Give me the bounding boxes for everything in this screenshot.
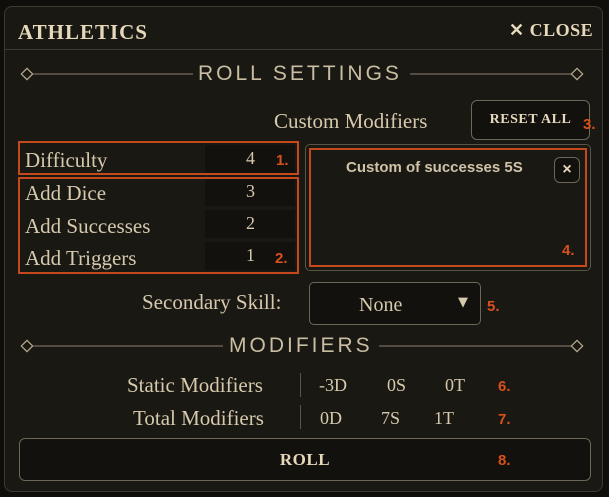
total-successes-value: 7S bbox=[381, 408, 401, 428]
annotation-1: 1. bbox=[276, 152, 289, 169]
custom-modifier-item-label: Custom of successes 5S bbox=[346, 159, 523, 176]
close-button[interactable]: ✕ CLOSE bbox=[509, 20, 593, 41]
secondary-skill-selected: None bbox=[359, 294, 403, 316]
annotation-7: 7. bbox=[498, 411, 511, 428]
difficulty-label: Difficulty bbox=[25, 148, 108, 172]
add-triggers-input[interactable]: 1 bbox=[246, 245, 255, 266]
static-successes-value: 0S bbox=[387, 375, 407, 395]
static-dice-value: -3D bbox=[319, 375, 347, 395]
diamond-icon bbox=[20, 339, 34, 353]
annotation-2: 2. bbox=[275, 250, 288, 267]
difficulty-input[interactable]: 4 bbox=[246, 148, 255, 169]
add-successes-label: Add Successes bbox=[25, 214, 151, 238]
add-successes-input[interactable]: 2 bbox=[246, 213, 255, 234]
reset-all-button[interactable]: RESET ALL bbox=[471, 100, 590, 140]
total-separator bbox=[300, 405, 301, 429]
close-label: CLOSE bbox=[529, 20, 594, 40]
dialog-title: ATHLETICS bbox=[18, 20, 148, 44]
annotation-3: 3. bbox=[583, 116, 596, 133]
secondary-skill-label: Secondary Skill: bbox=[142, 290, 282, 314]
annotation-4: 4. bbox=[562, 242, 575, 259]
annotation-6: 6. bbox=[498, 378, 511, 395]
add-triggers-label: Add Triggers bbox=[25, 246, 137, 270]
caret-down-icon: ▼ bbox=[458, 295, 468, 310]
secondary-skill-select[interactable]: None ▼ bbox=[309, 282, 481, 325]
annotation-5: 5. bbox=[487, 298, 500, 315]
annotation-8: 8. bbox=[498, 452, 511, 469]
static-modifiers-label: Static Modifiers bbox=[127, 373, 263, 397]
diamond-icon bbox=[20, 67, 34, 81]
diamond-icon bbox=[570, 339, 584, 353]
add-dice-input[interactable]: 3 bbox=[246, 181, 255, 202]
add-dice-label: Add Dice bbox=[25, 181, 107, 205]
total-modifiers-label: Total Modifiers bbox=[133, 406, 264, 430]
diamond-icon bbox=[570, 67, 584, 81]
total-triggers-value: 1T bbox=[434, 408, 454, 428]
modifiers-title: MODIFIERS bbox=[229, 334, 373, 357]
close-icon: ✕ bbox=[509, 20, 525, 40]
custom-modifiers-label: Custom Modifiers bbox=[274, 109, 428, 133]
header-separator bbox=[5, 49, 602, 50]
total-dice-value: 0D bbox=[320, 408, 342, 428]
static-separator bbox=[300, 373, 301, 397]
static-triggers-value: 0T bbox=[445, 375, 465, 395]
close-icon: × bbox=[562, 161, 572, 178]
remove-custom-modifier-button[interactable]: × bbox=[554, 157, 580, 183]
roll-settings-title: ROLL SETTINGS bbox=[198, 62, 402, 85]
